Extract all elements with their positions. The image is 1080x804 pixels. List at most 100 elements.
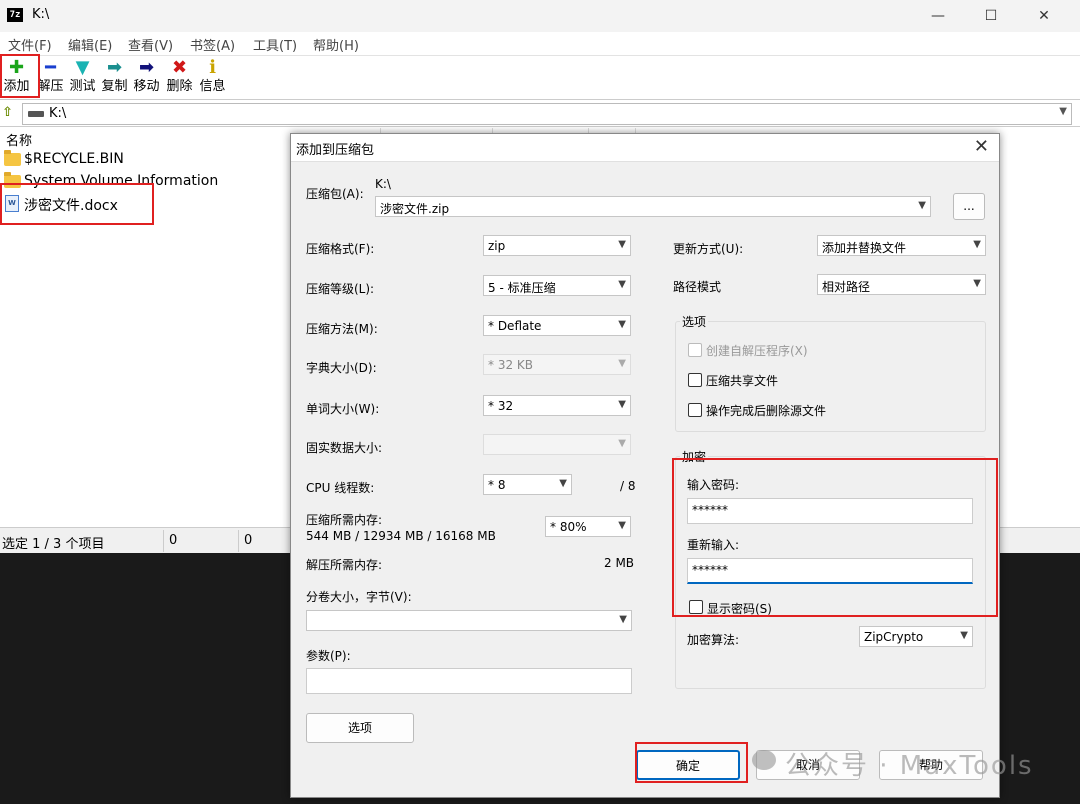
memory-percent-select[interactable]: * 80% ▼ [545, 516, 631, 537]
options-button[interactable]: 选项 [306, 713, 414, 743]
toolbar-label: 测试 [69, 79, 96, 94]
copy-icon: ➡ [106, 57, 123, 78]
format-select[interactable]: zip ▼ [483, 235, 631, 256]
update-mode-select[interactable]: 添加并替换文件 ▼ [817, 235, 986, 256]
encryption-group-title: 加密 [680, 448, 709, 465]
file-name: 涉密文件.docx [24, 198, 118, 214]
cpu-threads-select[interactable]: * 8 ▼ [483, 474, 572, 495]
split-size-combo[interactable]: ▼ [306, 610, 632, 631]
word-document-icon: W [5, 195, 19, 212]
level-select[interactable]: 5 - 标准压缩 ▼ [483, 275, 631, 296]
toolbar-label: 解压 [37, 79, 64, 94]
path-mode-value: 相对路径 [822, 280, 871, 294]
menu-help[interactable]: 帮助(H) [313, 35, 359, 54]
shared-files-checkbox-label[interactable]: 压缩共享文件 [706, 372, 778, 389]
menu-view[interactable]: 查看(V) [128, 35, 173, 54]
word-size-label: 单词大小(W): [306, 402, 380, 416]
path-mode-select[interactable]: 相对路径 ▼ [817, 274, 986, 295]
shared-files-checkbox[interactable] [688, 373, 702, 387]
minimize-button[interactable]: — [915, 0, 961, 32]
toolbar-move-button[interactable]: ➡ 移动 [130, 58, 163, 98]
show-password-label[interactable]: 显示密码(S) [707, 600, 772, 617]
menu-edit[interactable]: 编辑(E) [68, 35, 112, 54]
encryption-method-label: 加密算法: [687, 633, 740, 647]
chevron-down-icon: ▼ [618, 279, 626, 290]
status-packed: 0 [244, 533, 253, 548]
menubar: 文件(F) 编辑(E) 查看(V) 书签(A) 工具(T) 帮助(H) [0, 32, 1080, 56]
chevron-down-icon: ▼ [618, 319, 626, 330]
delete-after-checkbox-label[interactable]: 操作完成后删除源文件 [706, 402, 826, 419]
info-icon: ℹ [209, 57, 216, 78]
chevron-down-icon: ▼ [618, 239, 626, 250]
toolbar-info-button[interactable]: ℹ 信息 [196, 58, 229, 98]
menu-tools[interactable]: 工具(T) [253, 35, 297, 54]
add-to-archive-dialog: 添加到压缩包 ✕ 压缩包(A): K:\ 涉密文件.zip ▼ ... 压缩格式… [290, 133, 1000, 798]
folder-icon [4, 172, 21, 188]
show-password-checkbox[interactable] [689, 600, 703, 614]
maximize-button[interactable]: ☐ [968, 0, 1014, 32]
toolbar-label: 信息 [199, 79, 226, 94]
chevron-down-icon[interactable]: ▼ [1059, 106, 1067, 117]
method-value: * Deflate [488, 319, 542, 333]
compress-memory-label: 压缩所需内存: [306, 513, 383, 527]
reenter-password-input[interactable]: ****** [687, 558, 973, 584]
chevron-down-icon: ▼ [918, 200, 926, 211]
window-title: K:\ [32, 7, 50, 22]
wechat-icon [752, 750, 776, 770]
up-folder-icon[interactable]: ⇧ [2, 105, 18, 123]
sfx-checkbox [688, 343, 702, 357]
chevron-down-icon: ▼ [559, 478, 567, 489]
address-bar: ⇧ K:\ ▼ [0, 101, 1080, 127]
word-size-select[interactable]: * 32 ▼ [483, 395, 631, 416]
address-field[interactable]: K:\ ▼ [22, 103, 1072, 125]
move-icon: ➡ [138, 57, 155, 78]
menu-file[interactable]: 文件(F) [8, 35, 52, 54]
dialog-close-icon[interactable]: ✕ [974, 136, 989, 157]
status-separator [163, 530, 164, 552]
toolbar: ✚ 添加 ━ 解压 ▼ 测试 ➡ 复制 ➡ 移动 ✖ 删除 ℹ 信息 [0, 56, 1080, 100]
reenter-password-label: 重新输入: [687, 538, 740, 552]
toolbar-add-button[interactable]: ✚ 添加 [0, 58, 33, 98]
7zip-app-icon: 7z [7, 8, 23, 22]
toolbar-delete-button[interactable]: ✖ 删除 [163, 58, 196, 98]
status-size: 0 [169, 533, 178, 548]
archive-name-combo[interactable]: 涉密文件.zip ▼ [375, 196, 931, 217]
password-value: ****** [692, 503, 728, 517]
parameters-input[interactable] [306, 668, 632, 694]
encryption-method-select[interactable]: ZipCrypto ▼ [859, 626, 973, 647]
toolbar-test-button[interactable]: ▼ 测试 [66, 58, 99, 98]
options-group-title: 选项 [680, 313, 709, 330]
chevron-down-icon: ▼ [618, 438, 626, 449]
encryption-method-value: ZipCrypto [864, 630, 924, 644]
archive-label: 压缩包(A): [306, 187, 364, 201]
parameters-label: 参数(P): [306, 649, 351, 663]
close-button[interactable]: ✕ [1021, 0, 1067, 32]
dialog-titlebar: 添加到压缩包 ✕ [291, 134, 999, 162]
dialog-title: 添加到压缩包 [296, 143, 375, 158]
file-name: System Volume Information [24, 173, 219, 189]
password-input[interactable]: ****** [687, 498, 973, 524]
split-size-label: 分卷大小，字节(V): [306, 590, 412, 604]
delete-after-checkbox[interactable] [688, 403, 702, 417]
add-icon: ✚ [8, 57, 25, 78]
watermark: 公众号 · MaxTools [785, 751, 1034, 781]
drive-icon [28, 111, 44, 117]
test-icon: ▼ [75, 57, 90, 78]
method-select[interactable]: * Deflate ▼ [483, 315, 631, 336]
format-value: zip [488, 239, 506, 253]
solid-size-select: ▼ [483, 434, 631, 455]
update-mode-value: 添加并替换文件 [822, 241, 907, 255]
menu-bookmarks[interactable]: 书签(A) [190, 35, 235, 54]
level-value: 5 - 标准压缩 [488, 281, 556, 295]
format-label: 压缩格式(F): [306, 242, 375, 256]
toolbar-label: 删除 [166, 79, 193, 94]
toolbar-copy-button[interactable]: ➡ 复制 [98, 58, 131, 98]
toolbar-extract-button[interactable]: ━ 解压 [34, 58, 67, 98]
ok-button[interactable]: 确定 [636, 750, 740, 780]
memory-percent-value: * 80% [550, 520, 587, 534]
method-label: 压缩方法(M): [306, 322, 378, 336]
chevron-down-icon: ▼ [618, 520, 626, 531]
browse-button[interactable]: ... [953, 193, 985, 220]
address-path: K:\ [49, 106, 67, 121]
column-header-name[interactable]: 名称 [6, 130, 32, 149]
